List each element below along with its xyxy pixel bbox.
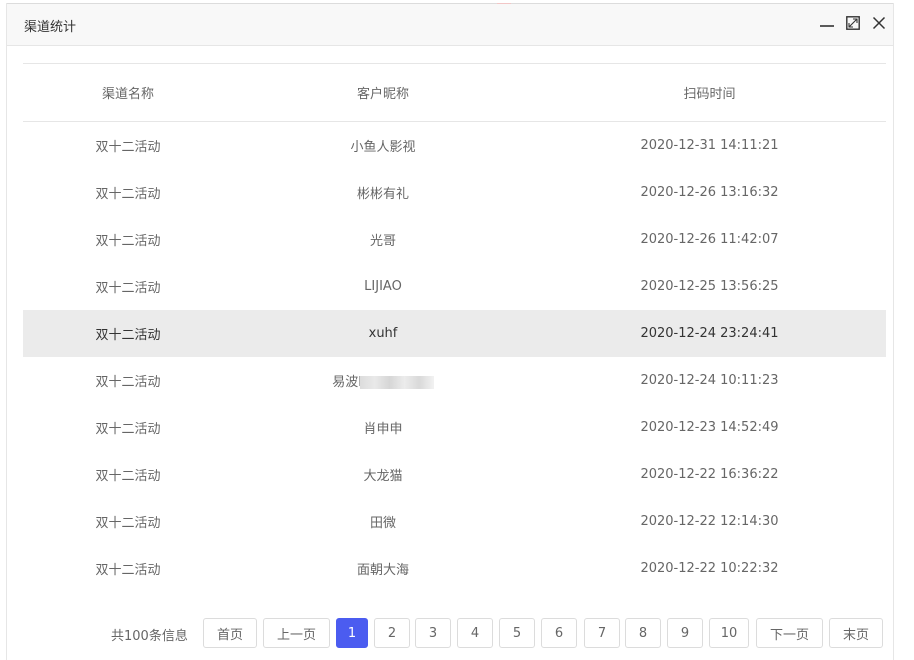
cell-time: 2020-12-26 13:16:32 (640, 185, 779, 200)
table-row[interactable]: 双十二活动 田微 2020-12-22 12:14:30 (23, 498, 886, 545)
channel-stats-table: 渠道名称 客户昵称 扫码时间 双十二活动 小鱼人影视 2020-12-31 14… (23, 63, 886, 592)
cell-channel: 双十二活动 (95, 516, 161, 531)
cell-time: 2020-12-24 10:11:23 (640, 373, 779, 388)
first-page-button[interactable]: 首页 (203, 618, 257, 648)
cell-nickname: 面朝大海 (356, 563, 409, 578)
channel-stats-window: 渠道统计 渠道名称 客户昵称 扫码时间 双十二活动 小鱼人影视 2020-12-… (6, 3, 894, 660)
window-titlebar: 渠道统计 (7, 4, 893, 46)
total-count: 共100条信息 (111, 629, 188, 644)
cell-time: 2020-12-31 14:11:21 (640, 138, 779, 153)
cell-channel: 双十二活动 (95, 469, 161, 484)
cell-nickname: 大龙猫 (363, 469, 403, 484)
cell-channel: 双十二活动 (95, 187, 161, 202)
table-row[interactable]: 双十二活动 易波l 2020-12-24 10:11:23 (23, 357, 886, 404)
cell-time: 2020-12-25 13:56:25 (640, 279, 779, 294)
cell-nickname: 肖申申 (363, 422, 403, 437)
window-controls (819, 15, 887, 31)
cell-nickname: LIJIAO (364, 279, 402, 294)
header-scan-time: 扫码时间 (683, 87, 736, 102)
table-row[interactable]: 双十二活动 光哥 2020-12-26 11:42:07 (23, 216, 886, 263)
page-button-3[interactable]: 3 (415, 618, 451, 648)
table-header: 渠道名称 客户昵称 扫码时间 (23, 64, 886, 122)
cell-channel: 双十二活动 (95, 563, 161, 578)
page-button-7[interactable]: 7 (584, 618, 620, 648)
page-button-4[interactable]: 4 (457, 618, 493, 648)
table-row[interactable]: 双十二活动 面朝大海 2020-12-22 10:22:32 (23, 545, 886, 592)
table-row[interactable]: 双十二活动 彬彬有礼 2020-12-26 13:16:32 (23, 169, 886, 216)
redaction-blur (359, 376, 434, 389)
page-button-1[interactable]: 1 (336, 618, 368, 648)
last-page-button[interactable]: 末页 (829, 618, 883, 648)
page-button-5[interactable]: 5 (499, 618, 535, 648)
cell-time: 2020-12-23 14:52:49 (640, 420, 779, 435)
cell-channel: 双十二活动 (95, 422, 161, 437)
cell-nickname: 易波l (332, 375, 362, 390)
prev-page-button[interactable]: 上一页 (263, 618, 330, 648)
table-row[interactable]: 双十二活动 LIJIAO 2020-12-25 13:56:25 (23, 263, 886, 310)
page-button-8[interactable]: 8 (625, 618, 661, 648)
cell-channel: 双十二活动 (95, 140, 161, 155)
cell-nickname: 彬彬有礼 (356, 187, 409, 202)
table-row[interactable]: 双十二活动 肖申申 2020-12-23 14:52:49 (23, 404, 886, 451)
cell-time: 2020-12-22 16:36:22 (640, 467, 779, 482)
cell-nickname: 光哥 (369, 234, 396, 249)
table-row[interactable]: 双十二活动 大龙猫 2020-12-22 16:36:22 (23, 451, 886, 498)
cell-channel: 双十二活动 (95, 234, 161, 249)
maximize-icon[interactable] (845, 15, 861, 31)
page-button-10[interactable]: 10 (709, 618, 749, 648)
cell-nickname: xuhf (368, 326, 398, 341)
cell-time: 2020-12-26 11:42:07 (640, 232, 779, 247)
cell-time: 2020-12-22 10:22:32 (640, 561, 779, 576)
window-title: 渠道统计 (24, 20, 77, 35)
page-button-9[interactable]: 9 (667, 618, 703, 648)
cell-channel: 双十二活动 (95, 328, 161, 343)
cell-channel: 双十二活动 (95, 281, 161, 296)
cell-channel: 双十二活动 (95, 375, 161, 390)
close-icon[interactable] (871, 15, 887, 31)
cell-time: 2020-12-22 12:14:30 (640, 514, 779, 529)
page-button-2[interactable]: 2 (374, 618, 410, 648)
cell-time: 2020-12-24 23:24:41 (640, 326, 779, 341)
header-customer-nickname: 客户昵称 (356, 87, 409, 102)
table-row[interactable]: 双十二活动 小鱼人影视 2020-12-31 14:11:21 (23, 122, 886, 169)
table-row-hovered[interactable]: 双十二活动 xuhf 2020-12-24 23:24:41 (23, 310, 886, 357)
pagination: 共100条信息 首页 上一页 1 2 3 4 5 6 7 8 9 10 下一页 … (7, 617, 893, 649)
cell-nickname-redacted: 易波l (233, 371, 533, 390)
cell-nickname: 小鱼人影视 (350, 140, 416, 155)
next-page-button[interactable]: 下一页 (756, 618, 823, 648)
page-button-6[interactable]: 6 (541, 618, 577, 648)
header-channel-name: 渠道名称 (101, 87, 154, 102)
cell-nickname: 田微 (369, 516, 396, 531)
minimize-icon[interactable] (819, 15, 835, 31)
